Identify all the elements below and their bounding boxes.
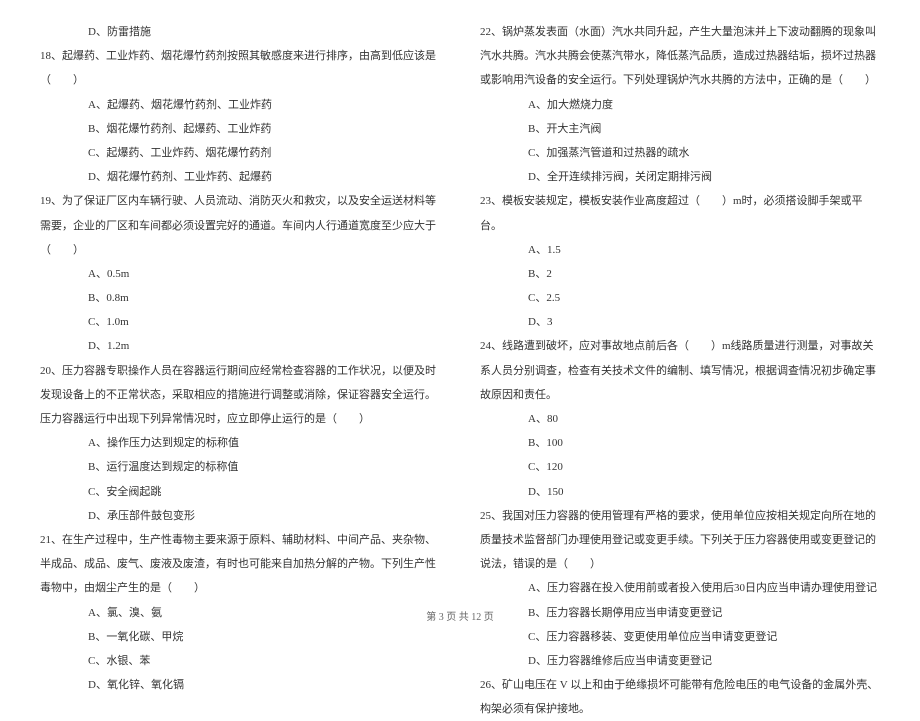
q25-option-a: A、压力容器在投入使用前或者投入使用后30日内应当申请办理使用登记 bbox=[480, 576, 880, 600]
q25-option-d: D、压力容器维修后应当申请变更登记 bbox=[480, 649, 880, 673]
q22-option-a: A、加大燃烧力度 bbox=[480, 93, 880, 117]
page-body: D、防雷措施 18、起爆药、工业炸药、烟花爆竹药剂按照其敏感度来进行排序，由高到… bbox=[0, 0, 920, 600]
left-column: D、防雷措施 18、起爆药、工业炸药、烟花爆竹药剂按照其敏感度来进行排序，由高到… bbox=[40, 20, 440, 600]
q20-option-c: C、安全阀起跳 bbox=[40, 480, 440, 504]
q19-option-a: A、0.5m bbox=[40, 262, 440, 286]
q18-option-b: B、烟花爆竹药剂、起爆药、工业炸药 bbox=[40, 117, 440, 141]
q20-option-b: B、运行温度达到规定的标称值 bbox=[40, 455, 440, 479]
q20-option-d: D、承压部件鼓包变形 bbox=[40, 504, 440, 528]
q25-option-c: C、压力容器移装、变更使用单位应当申请变更登记 bbox=[480, 625, 880, 649]
q24-option-c: C、120 bbox=[480, 455, 880, 479]
q23-option-d: D、3 bbox=[480, 310, 880, 334]
q23-option-a: A、1.5 bbox=[480, 238, 880, 262]
q21-option-b: B、一氧化碳、甲烷 bbox=[40, 625, 440, 649]
q24-option-a: A、80 bbox=[480, 407, 880, 431]
q21-option-d: D、氧化锌、氧化镉 bbox=[40, 673, 440, 697]
question-20: 20、压力容器专职操作人员在容器运行期间应经常检查容器的工作状况，以便及时发现设… bbox=[40, 359, 440, 432]
q25-option-b: B、压力容器长期停用应当申请变更登记 bbox=[480, 601, 880, 625]
q24-option-b: B、100 bbox=[480, 431, 880, 455]
q19-option-b: B、0.8m bbox=[40, 286, 440, 310]
question-19: 19、为了保证厂区内车辆行驶、人员流动、消防灭火和救灾，以及安全运送材料等需要，… bbox=[40, 189, 440, 262]
question-23: 23、模板安装规定，模板安装作业高度超过（ ）m时，必须搭设脚手架或平台。 bbox=[480, 189, 880, 237]
q23-option-c: C、2.5 bbox=[480, 286, 880, 310]
q17-option-d: D、防雷措施 bbox=[40, 20, 440, 44]
q21-option-c: C、水银、苯 bbox=[40, 649, 440, 673]
q22-option-d: D、全开连续排污阀，关闭定期排污阀 bbox=[480, 165, 880, 189]
q18-option-d: D、烟花爆竹药剂、工业炸药、起爆药 bbox=[40, 165, 440, 189]
q19-option-c: C、1.0m bbox=[40, 310, 440, 334]
q18-option-c: C、起爆药、工业炸药、烟花爆竹药剂 bbox=[40, 141, 440, 165]
q21-option-a: A、氯、溴、氨 bbox=[40, 601, 440, 625]
question-24: 24、线路遭到破坏，应对事故地点前后各（ ）m线路质量进行测量，对事故关系人员分… bbox=[480, 334, 880, 407]
question-22: 22、锅炉蒸发表面（水面）汽水共同升起，产生大量泡沫并上下波动翻腾的现象叫汽水共… bbox=[480, 20, 880, 93]
question-21: 21、在生产过程中，生产性毒物主要来源于原料、辅助材料、中间产品、夹杂物、半成品… bbox=[40, 528, 440, 601]
q24-option-d: D、150 bbox=[480, 480, 880, 504]
question-25: 25、我国对压力容器的使用管理有严格的要求，使用单位应按相关规定向所在地的质量技… bbox=[480, 504, 880, 577]
q23-option-b: B、2 bbox=[480, 262, 880, 286]
q22-option-c: C、加强蒸汽管道和过热器的疏水 bbox=[480, 141, 880, 165]
q19-option-d: D、1.2m bbox=[40, 334, 440, 358]
q18-option-a: A、起爆药、烟花爆竹药剂、工业炸药 bbox=[40, 93, 440, 117]
question-18: 18、起爆药、工业炸药、烟花爆竹药剂按照其敏感度来进行排序，由高到低应该是（ ） bbox=[40, 44, 440, 92]
right-column: 22、锅炉蒸发表面（水面）汽水共同升起，产生大量泡沫并上下波动翻腾的现象叫汽水共… bbox=[480, 20, 880, 600]
question-26: 26、矿山电压在 V 以上和由于绝缘损坏可能带有危险电压的电气设备的金属外壳、构… bbox=[480, 673, 880, 721]
q20-option-a: A、操作压力达到规定的标称值 bbox=[40, 431, 440, 455]
q22-option-b: B、开大主汽阀 bbox=[480, 117, 880, 141]
